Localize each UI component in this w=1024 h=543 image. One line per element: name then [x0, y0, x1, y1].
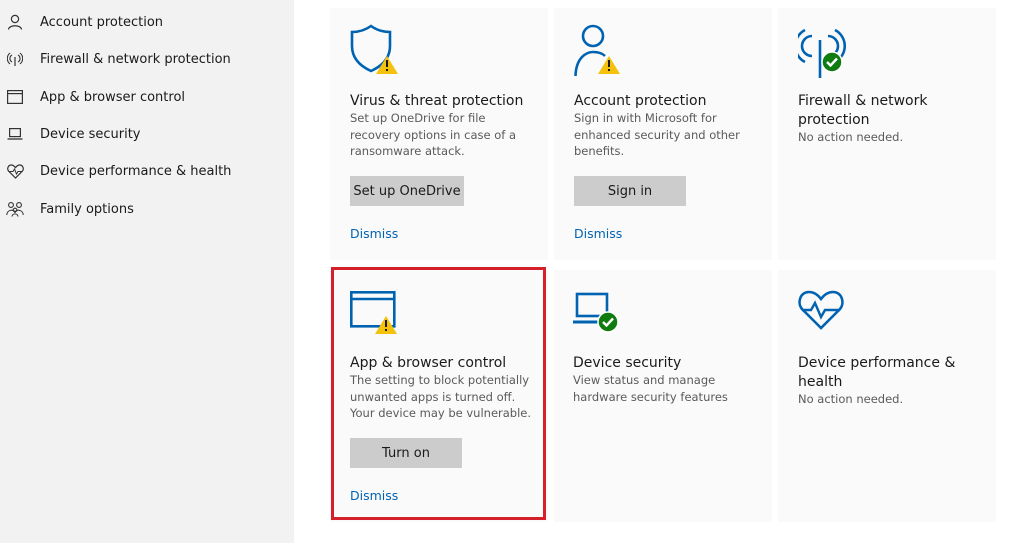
dismiss-link[interactable]: Dismiss	[350, 226, 398, 241]
tile-description: Sign in with Microsoft for enhanced secu…	[574, 111, 740, 158]
tile-description: View status and manage hardware security…	[573, 373, 728, 404]
wireless-icon	[6, 50, 24, 68]
sidebar-item-label: App & browser control	[40, 89, 186, 105]
sidebar-item-family-options[interactable]: Family options	[0, 194, 294, 224]
person-icon	[6, 13, 24, 31]
browser-warning-icon	[349, 284, 406, 340]
sidebar-item-account-protection[interactable]: Account protection	[0, 7, 294, 37]
tile-description: The setting to block potentially unwante…	[350, 373, 532, 420]
heart-icon	[6, 162, 24, 180]
set-up-onedrive-button[interactable]: Set up OneDrive	[350, 176, 464, 206]
sidebar-item-label: Device security	[40, 126, 141, 142]
sidebar-item-device-health[interactable]: Device performance & health	[0, 156, 294, 186]
wireless-ok-icon	[793, 22, 854, 78]
tile-title: Device security	[573, 355, 682, 371]
sidebar-item-label: Account protection	[40, 14, 164, 30]
sidebar: Account protection Firewall & network pr…	[0, 0, 294, 543]
tile-description: No action needed.	[798, 130, 904, 144]
sidebar-item-label: Family options	[40, 201, 134, 217]
tile-title: App & browser control	[350, 355, 507, 371]
account-warning-icon	[574, 22, 630, 78]
dismiss-link[interactable]: Dismiss	[574, 226, 622, 241]
laptop-ok-icon	[572, 284, 628, 340]
sidebar-item-device-security[interactable]: Device security	[0, 119, 294, 149]
browser-window-icon	[6, 88, 24, 106]
tile-virus-threat-protection[interactable]: Virus & threat protection Set up OneDriv…	[330, 8, 548, 260]
sidebar-item-label: Firewall & network protection	[40, 51, 231, 67]
sidebar-item-firewall[interactable]: Firewall & network protection	[0, 44, 294, 74]
tile-title: Virus & threat protection	[350, 93, 524, 109]
tile-description: No action needed.	[798, 392, 904, 406]
security-at-a-glance: Virus & threat protection Set up OneDriv…	[294, 0, 1024, 543]
sidebar-item-app-browser[interactable]: App & browser control	[0, 82, 294, 112]
dismiss-link[interactable]: Dismiss	[350, 488, 398, 503]
tile-description: Set up OneDrive for file recovery option…	[350, 111, 517, 158]
sign-in-button[interactable]: Sign in	[574, 176, 686, 206]
shield-warning-icon	[350, 22, 406, 78]
tile-device-security[interactable]: Device security View status and manage h…	[554, 270, 772, 522]
tile-title: Device performance & health	[798, 355, 956, 390]
tile-title: Account protection	[574, 93, 707, 109]
heart-pulse-icon	[798, 284, 854, 340]
tile-account-protection[interactable]: Account protection Sign in with Microsof…	[554, 8, 772, 260]
tile-firewall-network-protection[interactable]: Firewall & network protection No action …	[778, 8, 996, 260]
turn-on-button[interactable]: Turn on	[350, 438, 462, 468]
tile-title: Firewall & network protection	[798, 93, 928, 128]
laptop-icon	[6, 125, 24, 143]
tile-device-performance-health[interactable]: Device performance & health No action ne…	[778, 270, 996, 522]
family-icon	[6, 200, 24, 218]
sidebar-item-label: Device performance & health	[40, 163, 232, 179]
tile-app-browser-control[interactable]: App & browser control The setting to blo…	[330, 270, 548, 522]
